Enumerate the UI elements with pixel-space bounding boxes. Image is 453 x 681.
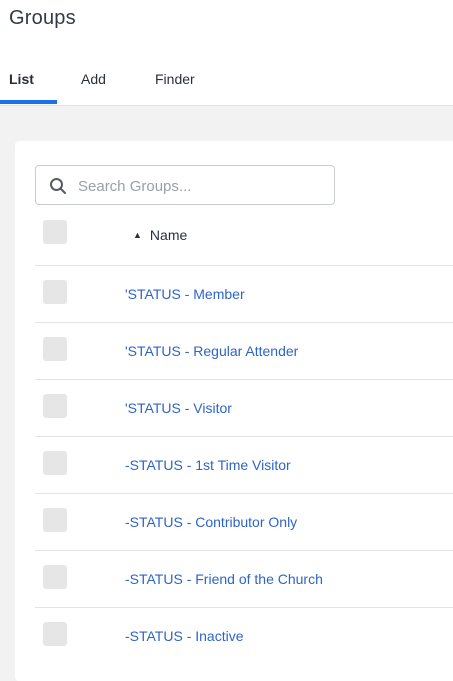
group-name-link[interactable]: -STATUS - 1st Time Visitor	[125, 457, 291, 473]
row-checkbox[interactable]	[43, 565, 67, 589]
tab-finder[interactable]: Finder	[155, 70, 195, 105]
sort-ascending-icon: ▲	[133, 230, 142, 240]
active-tab-indicator	[0, 100, 57, 104]
row-checkbox[interactable]	[43, 337, 67, 361]
row-checkbox[interactable]	[43, 394, 67, 418]
row-divider	[35, 436, 453, 437]
group-name-link[interactable]: 'STATUS - Visitor	[125, 400, 232, 416]
search-icon	[49, 177, 67, 195]
tab-add[interactable]: Add	[81, 70, 106, 105]
row-divider	[35, 322, 453, 323]
group-name-link[interactable]: -STATUS - Friend of the Church	[125, 571, 323, 587]
groups-card	[15, 141, 453, 681]
header-divider	[35, 265, 453, 266]
row-divider	[35, 607, 453, 608]
page-title: Groups	[9, 7, 76, 29]
row-divider	[35, 550, 453, 551]
search-input[interactable]	[76, 174, 330, 198]
tab-bar: List Add Finder	[0, 70, 453, 105]
group-name-link[interactable]: -STATUS - Contributor Only	[125, 514, 297, 530]
group-name-link[interactable]: -STATUS - Inactive	[125, 628, 244, 644]
row-divider	[35, 493, 453, 494]
row-checkbox[interactable]	[43, 280, 67, 304]
search-box[interactable]	[35, 165, 335, 205]
row-divider	[35, 379, 453, 380]
group-name-link[interactable]: 'STATUS - Regular Attender	[125, 343, 298, 359]
row-checkbox[interactable]	[43, 451, 67, 475]
row-checkbox[interactable]	[43, 622, 67, 646]
page-header: Groups List Add Finder	[0, 0, 453, 106]
row-checkbox[interactable]	[43, 508, 67, 532]
column-header-label: Name	[149, 227, 188, 243]
select-all-checkbox[interactable]	[43, 220, 67, 244]
column-header-name[interactable]: ▲ Name	[133, 227, 187, 243]
group-name-link[interactable]: 'STATUS - Member	[125, 286, 245, 302]
